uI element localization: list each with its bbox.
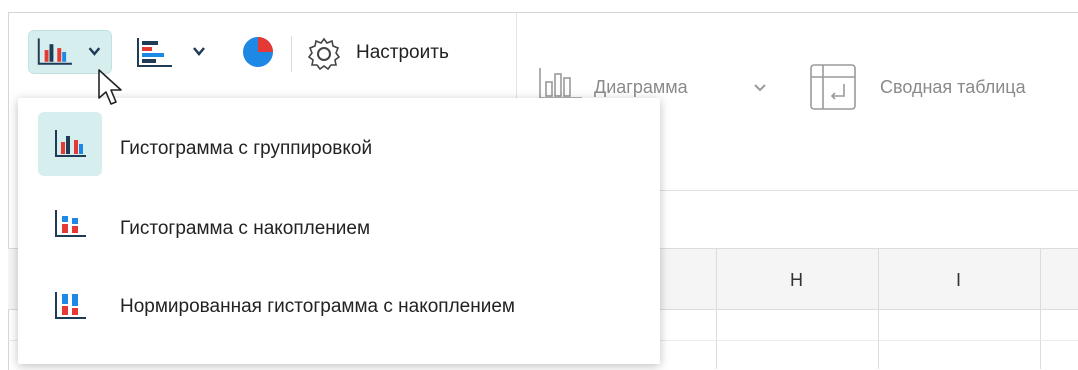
gear-icon: [307, 37, 341, 71]
menu-item-stacked-column[interactable]: Гистограмма с накоплением: [18, 186, 660, 262]
mouse-cursor-icon: [98, 69, 122, 105]
column-separator: [1040, 248, 1041, 369]
bar-chart-icon: [137, 38, 205, 67]
toolbar-separator: [291, 36, 292, 72]
column-separator: [878, 248, 879, 369]
ribbon-bottom-border: [660, 190, 1078, 191]
pivot-table-label[interactable]: Сводная таблица: [880, 77, 1026, 98]
column-header-i[interactable]: I: [956, 270, 961, 291]
chart-type-menu: Гистограмма с группировкой Гистограмма с…: [18, 98, 660, 364]
pivot-table-icon[interactable]: [808, 62, 858, 112]
chart-outline-icon: [539, 68, 582, 99]
menu-item-label: Гистограмма с накоплением: [120, 218, 371, 239]
menu-item-clustered-column[interactable]: Гистограмма с группировкой: [18, 98, 660, 176]
chevron-down-icon: [88, 47, 101, 56]
clustered-column-icon: [38, 112, 102, 176]
pie-chart-icon: [243, 37, 273, 67]
menu-item-label: Гистограмма с группировкой: [120, 138, 373, 159]
stacked-column-icon: [38, 192, 102, 256]
column-header-h[interactable]: H: [790, 270, 803, 291]
chevron-down-icon: [193, 47, 205, 56]
chevron-down-icon[interactable]: [750, 78, 770, 98]
ribbon-chart-label[interactable]: Диаграмма: [594, 77, 688, 98]
percent-stacked-column-icon: [38, 274, 102, 338]
pie-chart-button[interactable]: [236, 30, 280, 74]
menu-item-label: Нормированная гистограмма с накоплением: [120, 296, 515, 317]
column-separator: [716, 248, 717, 369]
menu-item-percent-stacked-column[interactable]: Нормированная гистограмма с накоплением: [18, 264, 660, 340]
bar-chart-button[interactable]: [130, 30, 216, 74]
configure-label: Настроить: [356, 42, 449, 63]
